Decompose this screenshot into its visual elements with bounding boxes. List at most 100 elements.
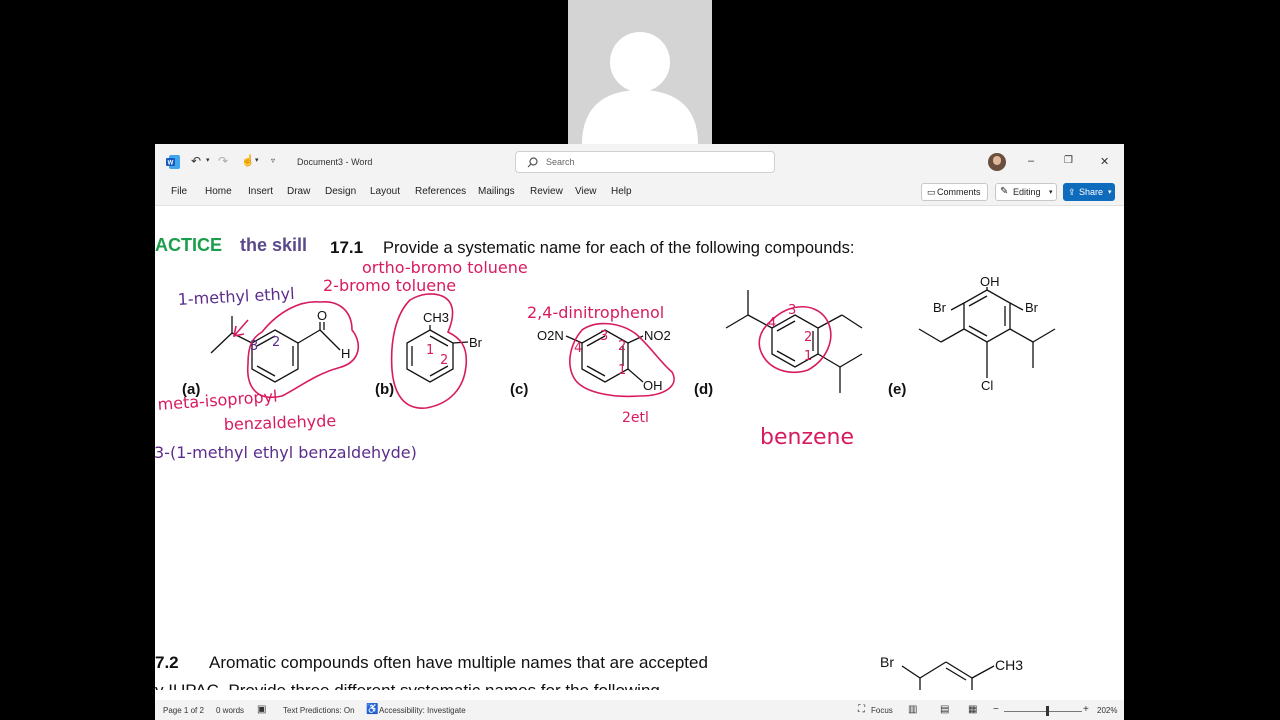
tab-draw[interactable]: Draw (287, 186, 310, 197)
tab-design[interactable]: Design (325, 186, 356, 197)
word-logo-icon: W (166, 155, 180, 169)
chevron-down-icon: ▾ (1049, 189, 1053, 196)
atom-c-hydroxyl: OH (643, 378, 663, 393)
word-window: W ↶ ▾ ↷ ☝ ▾ ▿ Document3 - Word Search – … (155, 144, 1124, 720)
num-a-2: 2 (272, 335, 280, 350)
label-c: (c) (510, 381, 528, 398)
num-c-3: 3 (600, 329, 608, 344)
redo-icon[interactable]: ↷ (218, 154, 228, 168)
svg-text:W: W (168, 161, 174, 167)
atom-c-nitro-right: NO2 (644, 328, 671, 343)
focus-icon: ⛶ (858, 704, 865, 715)
num-b-2: 2 (440, 353, 448, 368)
undo-dropdown-icon[interactable]: ▾ (206, 156, 210, 164)
atom-p2-bromine: Br (880, 654, 894, 670)
close-button[interactable]: ✕ (1100, 155, 1109, 168)
tab-layout[interactable]: Layout (370, 186, 400, 197)
atom-e-hydroxyl: OH (980, 274, 1000, 289)
status-bar: Page 1 of 2 0 words ▣ Text Predictions: … (155, 700, 1124, 720)
num-d-2: 2 (804, 330, 812, 345)
heading-practice: ACTICE (155, 235, 222, 255)
atom-p2-methyl: CH3 (995, 657, 1023, 673)
note-b-2-bromo: 2-bromo toluene (323, 276, 456, 295)
atom-e-chlorine: Cl (981, 378, 993, 393)
zoom-slider-track[interactable] (1004, 711, 1082, 712)
problem-number: 17.1 (330, 238, 363, 257)
heading-skill: the skill (240, 235, 307, 255)
atom-e-bromine-right: Br (1025, 300, 1039, 315)
document-title: Document3 - Word (297, 157, 373, 167)
zoom-slider-thumb[interactable] (1046, 706, 1050, 716)
note-a-substituent: 1-methyl ethyl (177, 284, 295, 309)
note-a-meta-isopropyl: meta-isopropyl (157, 387, 278, 414)
print-layout-icon[interactable]: ▤ (940, 704, 949, 715)
num-d-1: 1 (804, 349, 812, 364)
restore-button[interactable]: ❐ (1064, 155, 1073, 166)
touch-mode-icon[interactable]: ☝ (241, 154, 255, 167)
note-a-full-name: 3-(1-methyl ethyl benzaldehyde) (155, 443, 417, 462)
text-predictions-status[interactable]: Text Predictions: On (283, 706, 355, 715)
share-button[interactable]: ⇪ Share ▾ (1063, 183, 1115, 201)
tab-view[interactable]: View (575, 186, 597, 197)
web-layout-icon[interactable]: ▦ (968, 704, 977, 715)
read-mode-icon[interactable]: ▥ (908, 704, 917, 715)
num-c-4: 4 (574, 341, 582, 356)
search-icon (527, 157, 538, 168)
undo-icon[interactable]: ↶ (191, 154, 201, 168)
tab-help[interactable]: Help (611, 186, 632, 197)
tab-home[interactable]: Home (205, 186, 232, 197)
num-c-1: 1 (618, 363, 626, 378)
tab-review[interactable]: Review (530, 186, 563, 197)
chevron-down-icon: ▾ (1108, 189, 1112, 196)
user-avatar[interactable] (988, 153, 1006, 171)
editing-mode-button[interactable]: ✎ Editing ▾ (995, 183, 1057, 201)
minimize-button[interactable]: – (1028, 155, 1034, 167)
problem2-number: 7.2 (155, 653, 179, 672)
tab-references[interactable]: References (415, 186, 466, 197)
share-icon: ⇪ (1068, 187, 1076, 197)
tab-insert[interactable]: Insert (248, 186, 273, 197)
atom-a-hydrogen: H (341, 346, 350, 361)
label-b: (b) (375, 381, 394, 398)
note-b-ortho: ortho-bromo toluene (362, 258, 528, 277)
label-d: (d) (694, 381, 713, 398)
num-c-2: 2 (618, 339, 626, 354)
page-count[interactable]: Page 1 of 2 (163, 706, 204, 715)
proofing-icon[interactable]: ▣ (257, 704, 266, 715)
note-c-dinitrophenol: 2,4-dinitrophenol (527, 303, 664, 322)
accessibility-status[interactable]: Accessibility: Investigate (379, 706, 466, 715)
zoom-in-icon[interactable]: + (1083, 704, 1089, 715)
num-d-4: 4 (768, 316, 776, 331)
word-count[interactable]: 0 words (216, 706, 244, 715)
atom-c-nitro-left: O2N (537, 328, 564, 343)
atom-a-oxygen: O (317, 308, 327, 323)
webcam-placeholder (568, 0, 712, 144)
num-d-3: 3 (788, 303, 796, 318)
title-bar: W ↶ ▾ ↷ ☝ ▾ ▿ Document3 - Word Search – … (155, 144, 1124, 180)
comment-icon: ▭ (927, 187, 936, 197)
person-silhouette-icon (582, 32, 698, 144)
pencil-icon: ✎ (1000, 186, 1009, 197)
zoom-level[interactable]: 202% (1097, 706, 1117, 715)
note-c-aside: 2etl (622, 410, 649, 426)
structure-b (406, 325, 469, 383)
document-canvas[interactable]: ACTICE the skill 17.1 Provide a systemat… (155, 206, 1124, 690)
zoom-out-icon[interactable]: − (993, 704, 999, 715)
atom-b-methyl: CH3 (423, 310, 449, 325)
touch-dropdown-icon[interactable]: ▾ (255, 156, 259, 164)
problem2-text-cont: y IUPAC. Provide three different systema… (155, 681, 660, 690)
structure-p2 (901, 661, 995, 690)
search-placeholder: Search (546, 157, 575, 167)
comments-button[interactable]: ▭ Comments (921, 183, 988, 201)
note-d-benzene: benzene (760, 425, 854, 450)
search-box[interactable]: Search (515, 151, 775, 173)
tab-mailings[interactable]: Mailings (478, 186, 515, 197)
atom-e-bromine-left: Br (933, 300, 947, 315)
focus-button[interactable]: Focus (871, 706, 893, 715)
tab-file[interactable]: File (171, 186, 187, 197)
num-b-1: 1 (426, 343, 434, 358)
customize-qat-icon[interactable]: ▿ (271, 156, 275, 165)
document-page-svg: ACTICE the skill 17.1 Provide a systemat… (155, 235, 1056, 690)
note-a-benzaldehyde: benzaldehyde (223, 411, 336, 434)
accessibility-icon: ♿ (366, 704, 379, 715)
